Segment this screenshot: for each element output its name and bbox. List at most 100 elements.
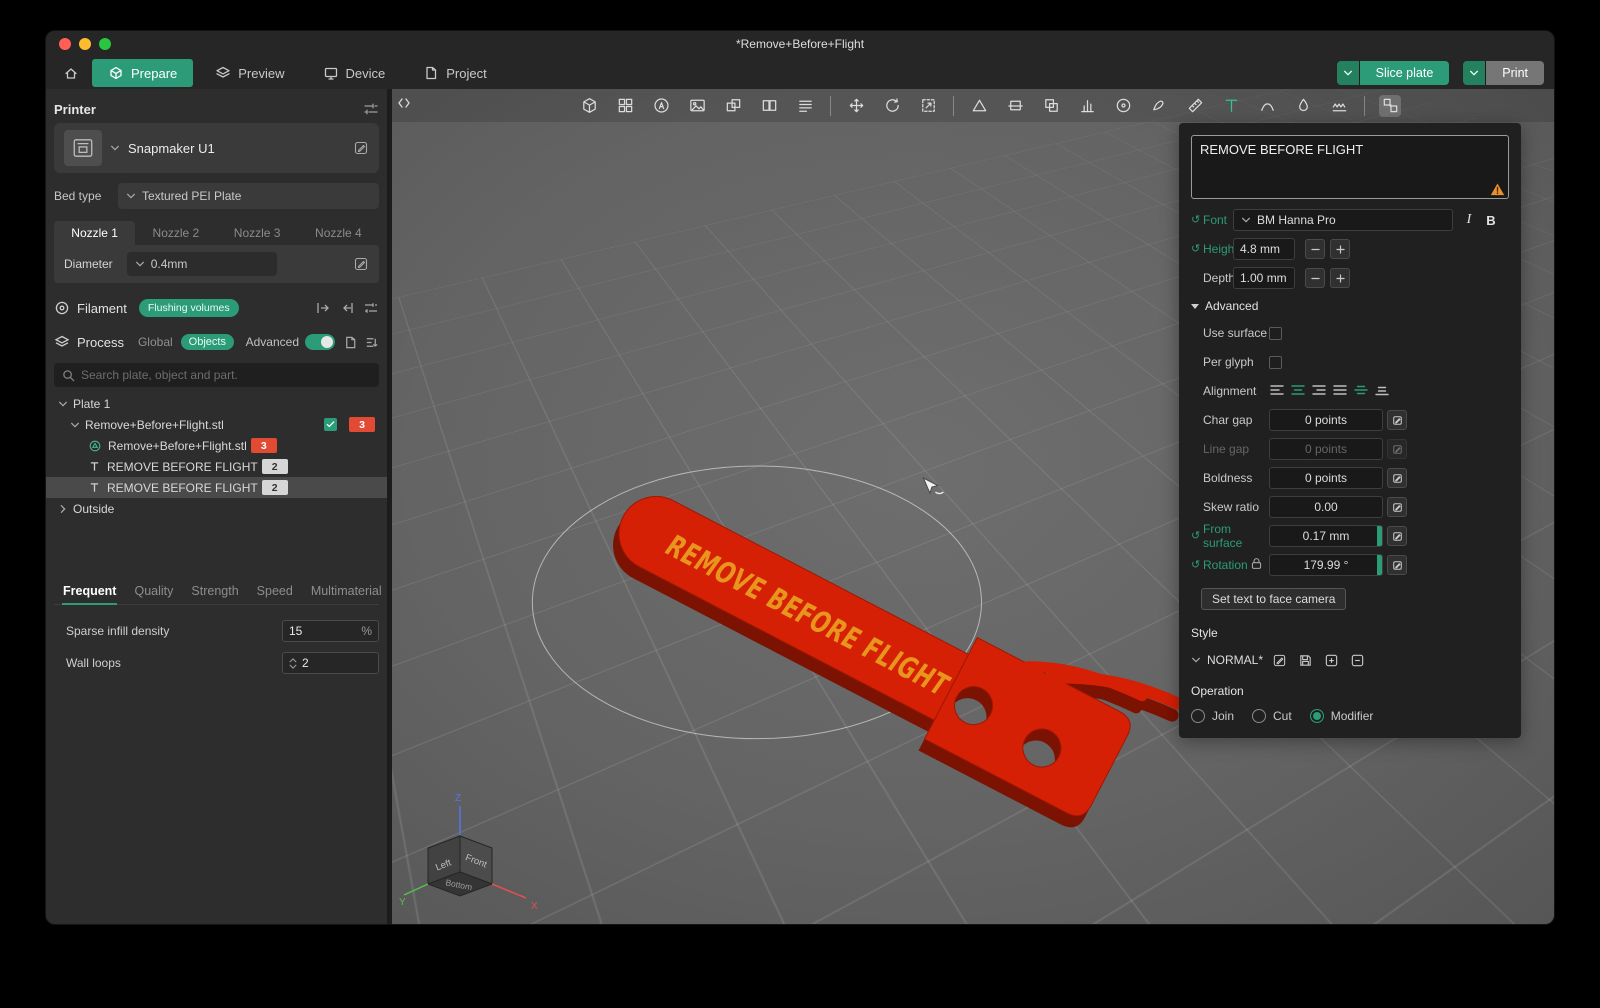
tree-row-object[interactable]: Remove+Before+Flight.stl 3 [46, 414, 387, 435]
tab-nozzle-1[interactable]: Nozzle 1 [54, 221, 136, 245]
wall-loops-input[interactable]: 2 [282, 652, 379, 674]
tab-strength[interactable]: Strength [182, 584, 247, 604]
printer-settings-icon[interactable] [363, 101, 379, 117]
add-style-icon[interactable] [1321, 650, 1341, 670]
stepper-icon[interactable] [289, 657, 297, 669]
depth-input[interactable]: 1.00 mm [1233, 267, 1295, 289]
depth-plus-button[interactable] [1330, 268, 1350, 288]
tab-multimaterial[interactable]: Multimaterial [302, 584, 387, 604]
drag-handle[interactable] [1377, 555, 1382, 575]
close-window-button[interactable] [59, 38, 71, 50]
char-gap-input[interactable]: 0 points [1269, 409, 1383, 431]
from-surface-input[interactable]: 0.17 mm [1269, 525, 1383, 547]
align-center-icon[interactable] [1290, 382, 1306, 401]
edit-boldness-icon[interactable] [1387, 468, 1407, 488]
edit-skew-icon[interactable] [1387, 497, 1407, 517]
font-select[interactable]: BM Hanna Pro [1233, 209, 1453, 231]
depth-minus-button[interactable] [1305, 268, 1325, 288]
boldness-input[interactable]: 0 points [1269, 467, 1383, 489]
height-plus-button[interactable] [1330, 239, 1350, 259]
tab-frequent[interactable]: Frequent [54, 584, 125, 605]
tree-row-text[interactable]: REMOVE BEFORE FLIGHT 2 [46, 456, 387, 477]
tab-project[interactable]: Project [407, 59, 502, 87]
minimize-window-button[interactable] [79, 38, 91, 50]
set-text-face-camera-button[interactable]: Set text to face camera [1201, 588, 1347, 610]
operation-join-radio[interactable]: Join [1191, 709, 1234, 723]
advanced-toggle[interactable] [305, 334, 335, 350]
height-input[interactable]: 4.8 mm [1233, 238, 1295, 260]
edit-style-icon[interactable] [1269, 650, 1289, 670]
scope-objects-button[interactable]: Objects [180, 334, 234, 350]
operation-cut-radio[interactable]: Cut [1252, 709, 1292, 723]
navigation-cube[interactable]: Z Left Front Bottom Y X [398, 788, 548, 918]
tab-prepare[interactable]: Prepare [92, 59, 194, 87]
model-remove-before-flight[interactable]: REMOVE BEFORE FLIGHT [590, 436, 1185, 846]
tab-speed[interactable]: Speed [248, 584, 302, 604]
tab-nozzle-4[interactable]: Nozzle 4 [298, 221, 379, 245]
edit-printer-icon[interactable] [353, 140, 369, 156]
edit-from-surface-icon[interactable] [1387, 526, 1407, 546]
filament-settings-icon[interactable] [363, 300, 379, 316]
align-middle-icon[interactable] [1353, 382, 1369, 401]
rotation-input[interactable]: 179.99 ° [1269, 554, 1383, 576]
reset-font-icon[interactable]: ↺ [1191, 214, 1200, 226]
slice-plate-button[interactable]: Slice plate [1358, 61, 1450, 85]
italic-button[interactable]: I [1459, 210, 1479, 230]
3d-viewport[interactable]: REMOVE BEFORE FLIGHT Z Left Front Bottom… [392, 89, 1554, 924]
tree-row-text-selected[interactable]: REMOVE BEFORE FLIGHT 2 [46, 477, 387, 498]
bold-button[interactable]: B [1481, 210, 1501, 230]
filament-load-icon[interactable] [315, 300, 331, 316]
align-justify-icon[interactable] [1332, 382, 1348, 401]
search-input[interactable]: Search plate, object and part. [54, 363, 379, 387]
save-style-icon[interactable] [1295, 650, 1315, 670]
edit-char-gap-icon[interactable] [1387, 410, 1407, 430]
tree-row-plate[interactable]: Plate 1 [46, 393, 387, 414]
zoom-window-button[interactable] [99, 38, 111, 50]
height-minus-button[interactable] [1305, 239, 1325, 259]
align-left-icon[interactable] [1269, 382, 1285, 401]
edit-rotation-icon[interactable] [1387, 555, 1407, 575]
printer-card[interactable]: Snapmaker U1 [54, 123, 379, 173]
advanced-section-toggle[interactable]: Advanced [1191, 296, 1509, 316]
sparse-infill-input[interactable]: 15 % [282, 620, 379, 642]
align-bottom-icon[interactable] [1374, 382, 1390, 401]
tab-nozzle-3[interactable]: Nozzle 3 [217, 221, 298, 245]
tree-row-outside[interactable]: Outside [46, 498, 387, 519]
reset-from-surface-icon[interactable]: ↺ [1191, 530, 1200, 542]
use-surface-label: Use surface [1203, 326, 1268, 340]
print-button[interactable]: Print [1485, 61, 1544, 85]
flushing-volumes-button[interactable]: Flushing volumes [138, 299, 239, 317]
slice-options-dropdown[interactable] [1336, 61, 1359, 85]
print-options-dropdown[interactable] [1463, 61, 1486, 85]
reset-rotation-icon[interactable]: ↺ [1191, 559, 1200, 571]
diameter-value: 0.4mm [150, 257, 188, 271]
visibility-checkbox[interactable] [324, 418, 337, 431]
reset-height-icon[interactable]: ↺ [1191, 243, 1200, 255]
drag-handle[interactable] [1377, 526, 1382, 546]
edit-diameter-icon[interactable] [353, 256, 369, 272]
tab-quality[interactable]: Quality [125, 584, 182, 604]
use-surface-checkbox[interactable] [1269, 326, 1282, 340]
text-content-input[interactable]: REMOVE BEFORE FLIGHT [1191, 135, 1509, 199]
lock-icon[interactable] [1250, 557, 1263, 573]
style-select[interactable]: NORMAL* [1207, 653, 1263, 667]
operation-modifier-radio[interactable]: Modifier [1309, 709, 1373, 723]
sort-icon[interactable] [364, 335, 379, 350]
char-gap-value: 0 points [1304, 413, 1348, 427]
tab-preview[interactable]: Preview [199, 59, 300, 87]
tree-row-part[interactable]: Remove+Before+Flight.stl 3 [46, 435, 387, 456]
per-glyph-checkbox[interactable] [1269, 355, 1282, 369]
delete-style-icon[interactable] [1347, 650, 1367, 670]
diameter-select[interactable]: 0.4mm [126, 252, 277, 276]
preset-list-icon[interactable] [343, 335, 358, 350]
scope-global-button[interactable]: Global [138, 335, 173, 349]
process-icon [54, 334, 70, 350]
bed-type-select[interactable]: Textured PEI Plate [118, 183, 379, 209]
tab-nozzle-2[interactable]: Nozzle 2 [135, 221, 216, 245]
skew-ratio-input[interactable]: 0.00 [1269, 496, 1383, 518]
radio-icon [1252, 709, 1267, 723]
filament-unload-icon[interactable] [339, 300, 355, 316]
align-right-icon[interactable] [1311, 382, 1327, 401]
tab-device[interactable]: Device [307, 59, 402, 87]
home-button[interactable] [56, 60, 86, 86]
